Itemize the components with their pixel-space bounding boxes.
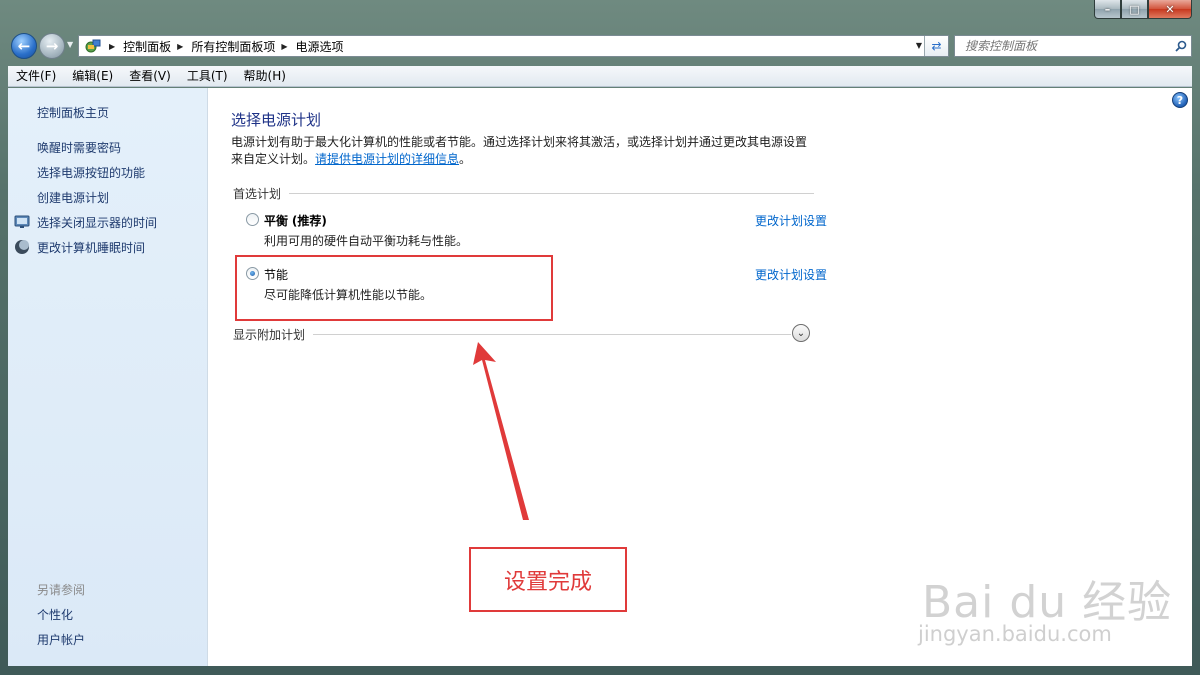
baidu-watermark: Bai du 经验 jingyan.baidu.com	[918, 548, 1178, 658]
watermark-url: jingyan.baidu.com	[918, 622, 1112, 646]
annotation-note-text: 设置完成	[503, 569, 592, 595]
watermark-logo-text: Bai du 经验	[922, 577, 1173, 628]
annotation-note: 设置完成	[469, 547, 627, 612]
control-panel-window: – □ ✕ ← → ▼ ▶ 控制面板 ▶ 所有控制面板项 ▶ 电源选项 ▼ ⇄ …	[0, 0, 1200, 675]
